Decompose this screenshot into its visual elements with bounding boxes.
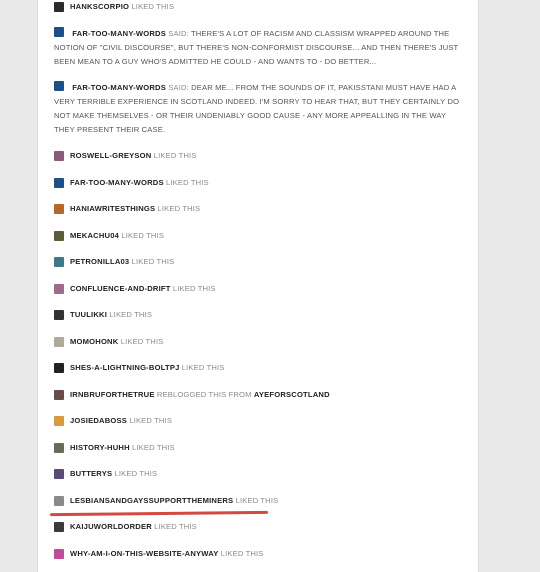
note-item: WHY-AM-I-ON-THIS-WEBSITE-ANYWAY LIKED TH…: [54, 547, 464, 561]
note-item: MEKACHU04 LIKED THIS: [54, 229, 464, 243]
note-action: LIKED THIS: [131, 257, 175, 266]
avatar[interactable]: [54, 231, 64, 241]
note-action: LIKED THIS: [120, 337, 164, 346]
note-username[interactable]: BUTTERYS: [70, 469, 112, 478]
note-action: LIKED THIS: [153, 151, 197, 160]
note-action: REBLOGGED THIS FROM: [156, 390, 252, 399]
avatar[interactable]: [54, 257, 64, 267]
avatar[interactable]: [54, 284, 64, 294]
note-item: TUULIKKI LIKED THIS: [54, 308, 464, 322]
avatar[interactable]: [54, 27, 64, 37]
notes-panel: HANKSCORPIO LIKED THIS FAR-TOO-MANY-WORD…: [37, 0, 479, 572]
note-username[interactable]: TUULIKKI: [70, 310, 107, 319]
avatar[interactable]: [54, 416, 64, 426]
note-username[interactable]: HANKSCORPIO: [70, 2, 129, 11]
note-item: HISTORY-HUHH LIKED THIS: [54, 441, 464, 455]
note-username[interactable]: ROSWELL-GREYSON: [70, 151, 151, 160]
note-action: LIKED THIS: [166, 178, 209, 187]
note-action: LIKED THIS: [129, 416, 173, 425]
note-item: LESBIANSANDGAYSSUPPORTTHEMINERS LIKED TH…: [54, 494, 464, 508]
highlight-underline: [49, 510, 269, 517]
note-username[interactable]: HANIAWRITESTHINGS: [70, 204, 155, 213]
note-comment: FAR-TOO-MANY-WORDS SAID: DEAR ME... FROM…: [54, 81, 464, 137]
avatar[interactable]: [54, 469, 64, 479]
note-username[interactable]: PETRONILLA03: [70, 257, 129, 266]
note-action: LIKED THIS: [114, 469, 158, 478]
note-action: LIKED THIS: [132, 443, 175, 452]
avatar[interactable]: [54, 390, 64, 400]
note-username[interactable]: KAIJUWORLDORDER: [70, 522, 152, 531]
note-username[interactable]: LESBIANSANDGAYSSUPPORTTHEMINERS: [70, 496, 233, 505]
note-username[interactable]: SHES-A-LIGHTNING-BOLTPJ: [70, 363, 180, 372]
avatar[interactable]: [54, 522, 64, 532]
avatar[interactable]: [54, 549, 64, 559]
note-item: BUTTERYS LIKED THIS: [54, 467, 464, 481]
note-action: LIKED THIS: [172, 284, 216, 293]
note-reblog: IRNBRUFORTHETRUE REBLOGGED THIS FROM AYE…: [54, 388, 464, 402]
note-item: CONFLUENCE-AND-DRIFT LIKED THIS: [54, 282, 464, 296]
note-item: FAR-TOO-MANY-WORDS LIKED THIS: [54, 176, 464, 190]
avatar[interactable]: [54, 310, 64, 320]
note-username[interactable]: IRNBRUFORTHETRUE: [70, 390, 155, 399]
note-action: LIKED THIS: [235, 496, 279, 505]
note-action: LIKED THIS: [154, 522, 197, 531]
note-action: LIKED THIS: [220, 549, 264, 558]
avatar[interactable]: [54, 204, 64, 214]
note-username[interactable]: MOMOHONK: [70, 337, 118, 346]
note-item: ROSWELL-GREYSON LIKED THIS: [54, 149, 464, 163]
note-action: LIKED THIS: [109, 310, 153, 319]
note-action: LIKED THIS: [131, 2, 175, 11]
note-action: LIKED THIS: [157, 204, 201, 213]
avatar[interactable]: [54, 81, 64, 91]
note-item: HANKSCORPIO LIKED THIS: [54, 0, 464, 14]
note-item: MOMOHONK LIKED THIS: [54, 335, 464, 349]
note-item: JOSIEDABOSS LIKED THIS: [54, 414, 464, 428]
note-item: KAIJUWORLDORDER LIKED THIS: [54, 520, 464, 534]
note-username[interactable]: HISTORY-HUHH: [70, 443, 130, 452]
avatar[interactable]: [54, 363, 64, 373]
note-action: LIKED THIS: [121, 231, 165, 240]
note-action: SAID:: [168, 29, 189, 38]
note-username[interactable]: FAR-TOO-MANY-WORDS: [72, 83, 166, 92]
note-username[interactable]: FAR-TOO-MANY-WORDS: [70, 178, 164, 187]
note-item: SHES-A-LIGHTNING-BOLTPJ LIKED THIS: [54, 361, 464, 375]
avatar[interactable]: [54, 151, 64, 161]
reblog-source-username[interactable]: AYEFORSCOTLAND: [254, 390, 330, 399]
note-comment: FAR-TOO-MANY-WORDS SAID: THERE'S A LOT O…: [54, 27, 464, 69]
note-item: PETRONILLA03 LIKED THIS: [54, 255, 464, 269]
avatar[interactable]: [54, 443, 64, 453]
note-username[interactable]: MEKACHU04: [70, 231, 119, 240]
note-username[interactable]: JOSIEDABOSS: [70, 416, 127, 425]
avatar[interactable]: [54, 496, 64, 506]
avatar[interactable]: [54, 337, 64, 347]
note-item: HANIAWRITESTHINGS LIKED THIS: [54, 202, 464, 216]
note-username[interactable]: CONFLUENCE-AND-DRIFT: [70, 284, 171, 293]
note-username[interactable]: FAR-TOO-MANY-WORDS: [72, 29, 166, 38]
note-username[interactable]: WHY-AM-I-ON-THIS-WEBSITE-ANYWAY: [70, 549, 219, 558]
avatar[interactable]: [54, 2, 64, 12]
note-action: SAID:: [168, 83, 189, 92]
avatar[interactable]: [54, 178, 64, 188]
note-action: LIKED THIS: [181, 363, 225, 372]
